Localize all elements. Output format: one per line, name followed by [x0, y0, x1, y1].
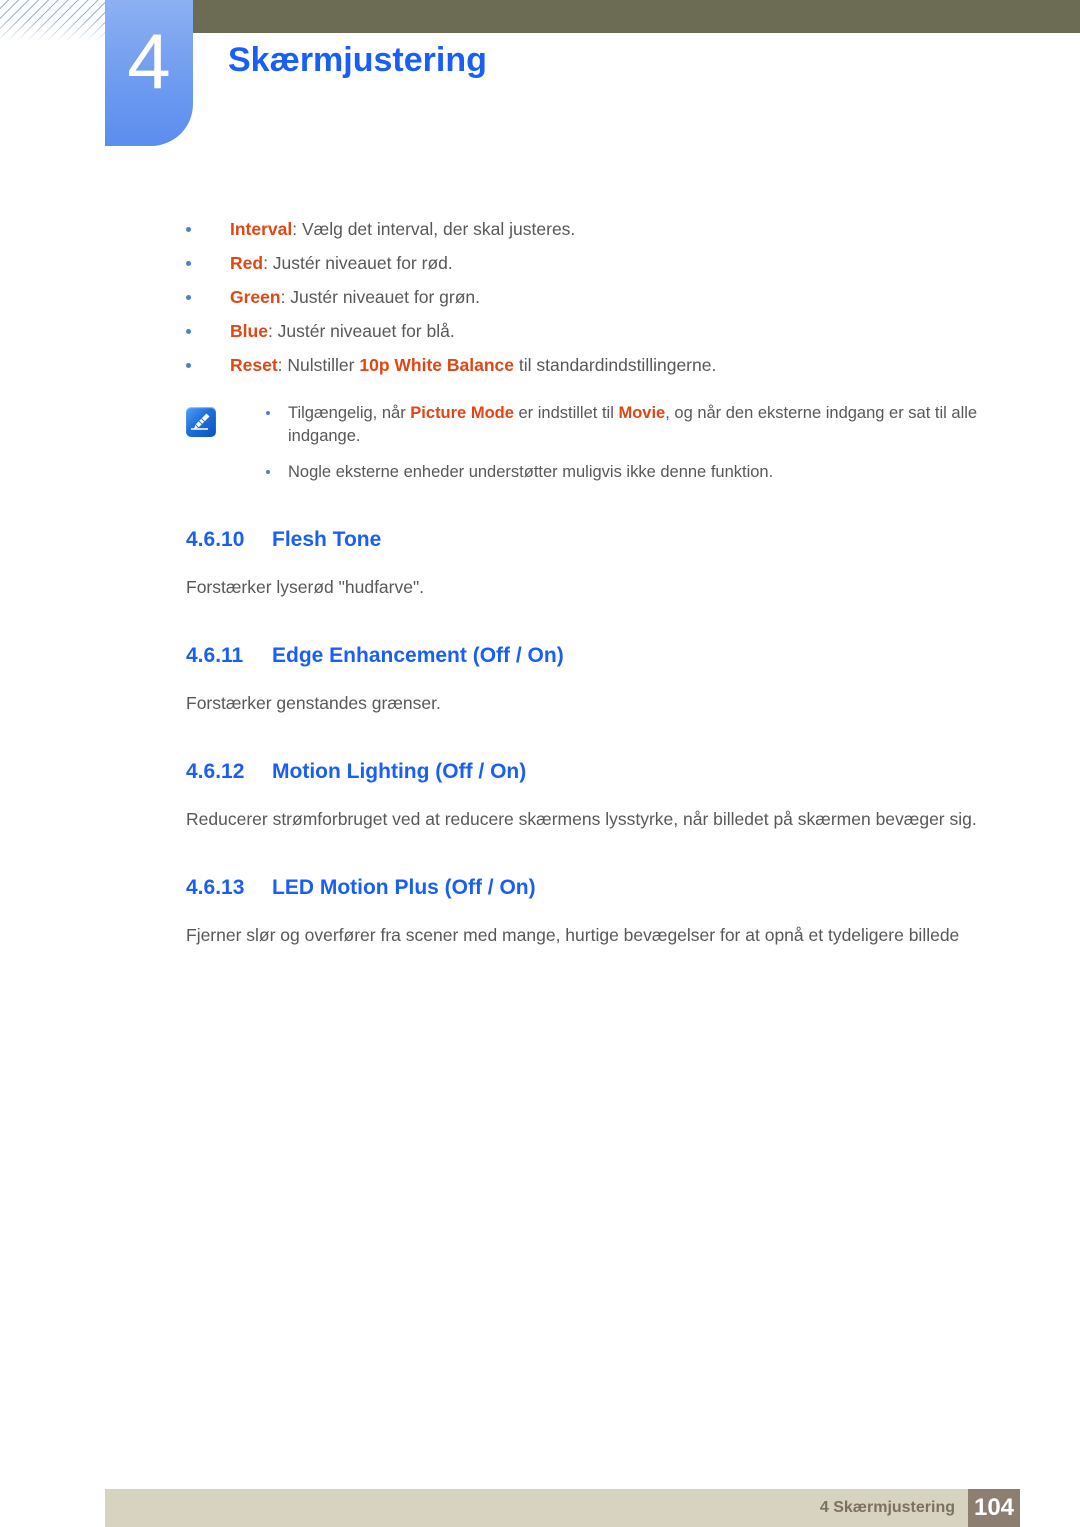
header-olive-bar: [190, 0, 1080, 33]
bullet-dot-icon: [186, 329, 191, 334]
list-item-text: : Nulstiller: [277, 355, 360, 375]
list-item: Red: Justér niveauet for rød.: [186, 252, 1016, 274]
note-pen-icon: [186, 407, 216, 437]
note-text-b: er indstillet til: [513, 404, 619, 422]
list-item-keyword: Reset: [230, 355, 278, 375]
section-number: 4.6.11: [186, 644, 244, 667]
list-item: Reset: Nulstiller 10p White Balance til …: [186, 354, 1016, 376]
settings-bullet-list: Interval: Vælg det interval, der skal ju…: [186, 218, 1016, 388]
section-heading: 4.6.11 Edge Enhancement (Off / On): [186, 643, 1016, 669]
bullet-dot-icon: [186, 295, 191, 300]
bullet-dot-icon: [186, 261, 191, 266]
bullet-dot-icon: [266, 470, 270, 474]
list-item-keyword: Blue: [230, 321, 268, 341]
section-body: Fjerner slør og overfører fra scener med…: [186, 925, 960, 945]
section-body: Reducerer strømforbruget ved at reducere…: [186, 809, 977, 829]
list-item-text: : Vælg det interval, der skal justeres.: [292, 219, 576, 239]
list-item-keyword-secondary: 10p White Balance: [359, 355, 514, 375]
section-led-motion-plus: 4.6.13 LED Motion Plus (Off / On) Fjerner…: [186, 875, 1016, 947]
list-item-text: : Justér niveauet for grøn.: [280, 287, 480, 307]
list-item-text-tail: til standardindstillingerne.: [514, 355, 717, 375]
note-lines: Tilgængelig, når Picture Mode er indstil…: [266, 402, 1006, 484]
note-keyword-picture-mode: Picture Mode: [410, 404, 514, 422]
section-title: Edge Enhancement (Off / On): [272, 644, 564, 667]
page-number-box: 104: [968, 1489, 1020, 1527]
page-number: 104: [973, 1494, 1015, 1521]
section-title: LED Motion Plus (Off / On): [272, 876, 536, 899]
note-callout: Tilgængelig, når Picture Mode er indstil…: [186, 402, 1006, 497]
section-body: Forstærker lyserød "hudfarve".: [186, 577, 425, 597]
section-heading: 4.6.10 Flesh Tone: [186, 527, 1016, 553]
note-item: Tilgængelig, når Picture Mode er indstil…: [266, 402, 1006, 448]
section-number: 4.6.13: [186, 876, 245, 899]
list-item-keyword: Red: [230, 253, 264, 273]
chapter-number: 4: [127, 17, 171, 105]
list-item: Blue: Justér niveauet for blå.: [186, 320, 1016, 342]
page-title: Skærmjustering: [228, 41, 487, 79]
note-keyword-movie: Movie: [618, 404, 666, 422]
section-title: Motion Lighting (Off / On): [272, 760, 527, 783]
list-item-text: : Justér niveauet for blå.: [267, 321, 455, 341]
section-edge-enhancement: 4.6.11 Edge Enhancement (Off / On) Forstæ…: [186, 643, 1016, 715]
footer-bar: 4 Skærmjustering: [105, 1489, 1013, 1527]
section-motion-lighting: 4.6.12 Motion Lighting (Off / On) Reducer…: [186, 759, 1016, 831]
note-text-a: Tilgængelig, når: [288, 404, 411, 422]
list-item-keyword: Green: [230, 287, 281, 307]
section-flesh-tone: 4.6.10 Flesh Tone Forstærker lyserød "hud…: [186, 527, 1016, 599]
section-title: Flesh Tone: [272, 528, 382, 551]
section-heading: 4.6.13 LED Motion Plus (Off / On): [186, 875, 1016, 901]
chapter-number-tab: 4: [105, 0, 193, 146]
footer-chapter-label: 4 Skærmjustering: [819, 1499, 955, 1516]
note-text: Nogle eksterne enheder understøtter muli…: [288, 463, 774, 481]
list-item: Interval: Vælg det interval, der skal ju…: [186, 218, 1016, 240]
list-item: Green: Justér niveauet for grøn.: [186, 286, 1016, 308]
section-number: 4.6.10: [186, 528, 245, 551]
note-item: Nogle eksterne enheder understøtter muli…: [266, 461, 1006, 484]
section-body: Forstærker genstandes grænser.: [186, 693, 441, 713]
bullet-dot-icon: [186, 363, 191, 368]
section-heading: 4.6.12 Motion Lighting (Off / On): [186, 759, 1016, 785]
header-hatch-decoration: [0, 0, 106, 42]
list-item-keyword: Interval: [230, 219, 293, 239]
bullet-dot-icon: [266, 411, 270, 415]
section-number: 4.6.12: [186, 760, 245, 783]
bullet-dot-icon: [186, 227, 191, 232]
list-item-text: : Justér niveauet for rød.: [263, 253, 453, 273]
